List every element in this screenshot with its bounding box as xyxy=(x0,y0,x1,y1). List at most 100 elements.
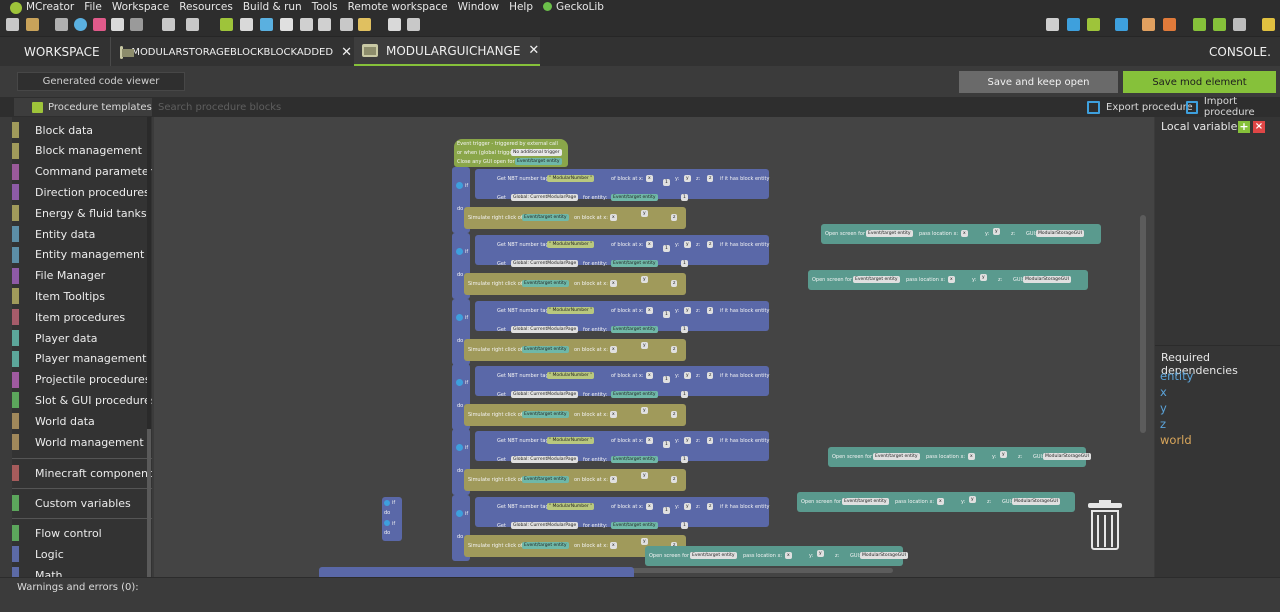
x-field[interactable]: x xyxy=(610,280,617,287)
entity-field[interactable]: Event/target entity xyxy=(866,230,913,237)
x-field[interactable]: x xyxy=(610,411,617,418)
y-field[interactable]: y xyxy=(641,210,648,217)
blockly-workspace[interactable]: Event trigger - triggered by external ca… xyxy=(154,117,1154,577)
gui-name-field[interactable]: ModularStorageGUI xyxy=(1036,230,1084,237)
x-field[interactable]: x xyxy=(610,346,617,353)
if-mutator-icon[interactable] xyxy=(384,520,390,526)
resources-icon[interactable] xyxy=(26,18,39,31)
y-field[interactable]: y xyxy=(684,307,691,314)
hammer-icon[interactable] xyxy=(1142,18,1155,31)
category-item[interactable]: World data xyxy=(12,411,152,431)
z-field[interactable]: z xyxy=(707,437,714,444)
z-field[interactable]: z xyxy=(707,307,714,314)
gui-name-field[interactable]: ModularStorageGUI xyxy=(1012,498,1060,505)
category-item[interactable]: Command parameters xyxy=(12,162,152,182)
category-item[interactable]: Entity data xyxy=(12,224,152,244)
generated-code-viewer-button[interactable]: Generated code viewer xyxy=(17,72,185,91)
value-field[interactable]: 1 xyxy=(681,260,688,267)
add-variable-button[interactable]: + xyxy=(1238,121,1250,133)
value-field[interactable]: 1 xyxy=(681,456,688,463)
run-client-icon[interactable] xyxy=(1193,18,1206,31)
category-item[interactable]: File Manager xyxy=(12,266,152,286)
value-field[interactable]: 1 xyxy=(681,391,688,398)
debug-icon[interactable] xyxy=(1262,18,1275,31)
value-field[interactable]: 1 xyxy=(663,376,670,383)
palette-scrollbar[interactable] xyxy=(147,117,151,577)
tab-console[interactable]: CONSOLE. xyxy=(1209,37,1271,67)
category-item[interactable]: Direction procedures xyxy=(12,182,152,202)
wrench-icon[interactable] xyxy=(318,18,331,31)
y-field[interactable]: y xyxy=(1000,451,1007,458)
y-field[interactable]: y xyxy=(641,342,648,349)
save-mod-element-button[interactable]: Save mod element xyxy=(1123,71,1276,93)
menu-workspace[interactable]: Workspace xyxy=(107,1,174,13)
menu-resources[interactable]: Resources xyxy=(174,1,238,13)
menu-help[interactable]: Help xyxy=(504,1,538,13)
menu-tools[interactable]: Tools xyxy=(307,1,343,13)
x-field[interactable]: x xyxy=(610,542,617,549)
workspace-vertical-scrollbar[interactable] xyxy=(1140,215,1146,433)
remove-variable-button[interactable]: × xyxy=(1253,121,1265,133)
menu-mcreator[interactable]: MCreator xyxy=(0,1,79,14)
category-item[interactable]: Item procedures xyxy=(12,307,152,327)
category-item[interactable]: Logic xyxy=(12,544,152,564)
value-field[interactable]: 1 xyxy=(663,507,670,514)
tab-modularguichange[interactable]: MODULARGUICHANGE ✕ xyxy=(354,37,540,67)
x-field[interactable]: x xyxy=(646,503,653,510)
category-item[interactable]: Entity management xyxy=(12,245,152,265)
global-var-field[interactable]: Global: CurrentModularPage xyxy=(511,522,579,529)
build-icon[interactable] xyxy=(1163,18,1176,31)
category-item[interactable]: Flow control xyxy=(12,523,152,543)
entity-field[interactable]: Event/target entity xyxy=(611,326,658,333)
y-field[interactable]: y xyxy=(684,241,691,248)
nbt-tag-field[interactable]: " ModularNumber " xyxy=(547,503,595,510)
y-field[interactable]: y xyxy=(641,407,648,414)
category-item[interactable]: Energy & fluid tanks xyxy=(12,203,152,223)
entity-field[interactable]: Event/target entity xyxy=(515,158,562,165)
z-field[interactable]: z xyxy=(671,411,678,418)
entity-field[interactable]: Event/target entity xyxy=(690,552,737,559)
entity-field[interactable]: Event/target entity xyxy=(522,476,569,483)
upload-icon[interactable] xyxy=(1087,18,1100,31)
entity-field[interactable]: Event/target entity xyxy=(611,456,658,463)
blocks-icon[interactable] xyxy=(340,18,353,31)
trash-can-icon[interactable] xyxy=(1088,500,1122,551)
magic-icon[interactable] xyxy=(407,18,420,31)
entity-field[interactable]: Event/target entity xyxy=(611,522,658,529)
if-mutator-icon[interactable] xyxy=(456,379,463,386)
close-tab-icon[interactable]: ✕ xyxy=(341,45,352,60)
animation-icon[interactable] xyxy=(130,18,143,31)
entity-field[interactable]: Event/target entity xyxy=(611,194,658,201)
settings-icon[interactable] xyxy=(280,18,293,31)
value-field[interactable]: 1 xyxy=(663,245,670,252)
z-field[interactable]: z xyxy=(707,241,714,248)
y-field[interactable]: y xyxy=(980,274,987,281)
global-var-field[interactable]: Global: CurrentModularPage xyxy=(511,260,579,267)
save-keep-open-button[interactable]: Save and keep open xyxy=(959,71,1118,93)
global-trigger-dropdown[interactable]: No additional trigger xyxy=(511,149,562,156)
y-field[interactable]: y xyxy=(684,437,691,444)
star-icon[interactable] xyxy=(358,18,371,31)
y-field[interactable]: y xyxy=(969,496,976,503)
sound-icon[interactable] xyxy=(74,18,87,31)
category-item[interactable]: Block management xyxy=(12,141,152,161)
y-field[interactable]: y xyxy=(641,276,648,283)
category-item[interactable]: Projectile procedures xyxy=(12,370,152,390)
z-field[interactable]: z xyxy=(707,175,714,182)
nbt-tag-field[interactable]: " ModularNumber " xyxy=(547,372,595,379)
category-item[interactable]: Math xyxy=(12,565,152,577)
x-field[interactable]: x xyxy=(968,453,975,460)
entity-field[interactable]: Event/target entity xyxy=(853,276,900,283)
y-field[interactable]: y xyxy=(641,472,648,479)
global-var-field[interactable]: Global: CurrentModularPage xyxy=(511,194,579,201)
nbt-tag-field[interactable]: " ModularNumber " xyxy=(547,437,595,444)
category-item[interactable]: Player data xyxy=(12,328,152,348)
search-procedure-blocks-input[interactable]: Search procedure blocks xyxy=(155,98,385,116)
sync-icon[interactable] xyxy=(260,18,273,31)
if-mutator-icon[interactable] xyxy=(456,444,463,451)
if-mutator-icon[interactable] xyxy=(384,500,390,506)
export-procedure-button[interactable]: Export procedure xyxy=(1087,98,1193,116)
y-field[interactable]: y xyxy=(641,538,648,545)
if-mutator-icon[interactable] xyxy=(456,248,463,255)
nbt-tag-field[interactable]: " ModularNumber " xyxy=(547,307,595,314)
